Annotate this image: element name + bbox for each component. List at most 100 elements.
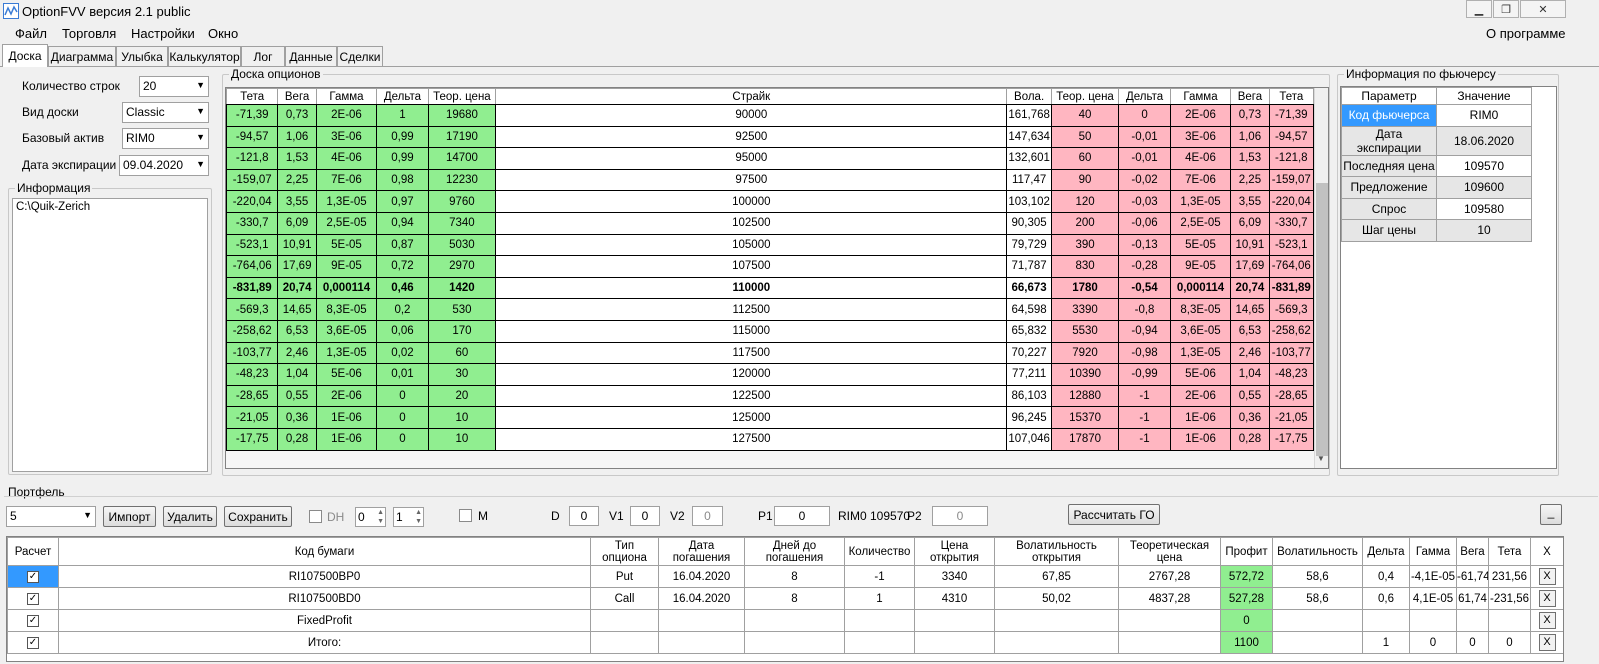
board-cell[interactable]: 132,601 <box>1006 147 1052 170</box>
board-row[interactable]: -831,89 20,74 0,000114 0,46 1420 110000 66,673… <box>226 276 1315 300</box>
board-cell[interactable]: 2E-06 <box>1169 104 1232 127</box>
board-row[interactable]: -569,3 14,65 8,3E-05 0,2 530 112500 64,598 3390… <box>226 298 1315 321</box>
portfolio-cell-gamma[interactable] <box>1409 609 1457 632</box>
portfolio-select[interactable]: 5 ▼ <box>6 506 96 527</box>
board-cell[interactable]: 530 <box>427 298 497 321</box>
dh-spinner-2[interactable]: 1 ▲ ▼ <box>393 507 424 527</box>
board-cell[interactable]: 6,53 <box>1230 319 1270 343</box>
board-cell[interactable]: 17,69 <box>1230 255 1270 278</box>
portfolio-cell-date[interactable]: 16.04.2020 <box>658 565 745 588</box>
portfolio-header-6[interactable]: Цена открытия <box>914 537 995 566</box>
board-cell[interactable]: 90,305 <box>1006 211 1052 235</box>
board-cell[interactable]: 2,25 <box>277 168 317 192</box>
portfolio-cell-type[interactable] <box>590 631 659 654</box>
board-cell[interactable]: 15370 <box>1050 406 1120 429</box>
board-cell[interactable]: -121,8 <box>1268 147 1315 170</box>
board-cell[interactable]: 0,72 <box>376 255 429 278</box>
board-cell[interactable]: -159,07 <box>226 168 279 192</box>
portfolio-cell-open[interactable]: 3340 <box>914 565 995 588</box>
collapse-button[interactable]: _ <box>1540 504 1562 525</box>
futures-row[interactable]: Дата экспирации 18.06.2020 <box>1341 125 1532 156</box>
board-cell[interactable]: 95000 <box>495 147 1008 170</box>
board-cell[interactable]: -103,77 <box>1268 341 1315 365</box>
board-cell[interactable]: 9760 <box>427 190 497 213</box>
board-cell[interactable]: 0 <box>376 406 429 429</box>
board-row[interactable]: -21,05 0,36 1E-06 0 10 125000 96,245 15370 -1 1E-… <box>226 406 1315 429</box>
menu-window[interactable]: Окно <box>208 26 238 41</box>
board-cell[interactable]: 0 <box>376 427 429 451</box>
board-cell[interactable]: -1 <box>1118 406 1171 429</box>
menu-settings[interactable]: Настройки <box>131 26 195 41</box>
board-row[interactable]: -121,8 1,53 4E-06 0,99 14700 95000 132,601 60 -0… <box>226 147 1315 170</box>
board-cell[interactable]: -831,89 <box>226 276 279 300</box>
board-cell[interactable]: 2E-06 <box>315 104 378 127</box>
board-cell[interactable]: 4E-06 <box>1169 147 1232 170</box>
portfolio-header-13[interactable]: Вега <box>1456 537 1489 566</box>
portfolio-header-15[interactable]: X <box>1530 537 1563 566</box>
board-cell[interactable]: -28,65 <box>1268 384 1315 408</box>
board-cell[interactable]: 60 <box>1050 147 1120 170</box>
rows-select[interactable]: 20 ▼ <box>139 76 209 97</box>
board-cell[interactable]: 117500 <box>495 341 1008 365</box>
board-cell[interactable]: -0,28 <box>1118 255 1171 278</box>
board-cell[interactable]: -0,01 <box>1118 125 1171 149</box>
board-cell[interactable]: 115000 <box>495 319 1008 343</box>
calc-margin-button[interactable]: Рассчитать ГО <box>1068 504 1160 525</box>
board-cell[interactable]: 1 <box>376 104 429 127</box>
board-cell[interactable]: -0,54 <box>1118 276 1171 300</box>
board-cell[interactable]: -48,23 <box>1268 363 1315 386</box>
board-cell[interactable]: 2E-06 <box>315 384 378 408</box>
board-cell[interactable]: 147,634 <box>1006 125 1052 149</box>
futures-param[interactable]: Последняя цена <box>1341 154 1437 177</box>
board-cell[interactable]: 0 <box>376 384 429 408</box>
portfolio-cell-theta[interactable] <box>1488 609 1531 632</box>
board-cell[interactable]: 161,768 <box>1006 104 1052 127</box>
board-cell[interactable]: 127500 <box>495 427 1008 451</box>
remove-row-cell[interactable]: X <box>1530 609 1563 632</box>
remove-row-cell[interactable]: X <box>1530 631 1563 654</box>
futures-param[interactable]: Дата экспирации <box>1341 125 1437 156</box>
portfolio-cell-days[interactable] <box>744 609 845 632</box>
board-row[interactable]: -28,65 0,55 2E-06 0 20 122500 86,103 12880 -1 2E-… <box>226 384 1315 408</box>
futures-value[interactable]: 10 <box>1436 219 1532 242</box>
board-cell[interactable]: -71,39 <box>226 104 279 127</box>
board-cell[interactable]: 3E-06 <box>1169 125 1232 149</box>
expiry-select[interactable]: 09.04.2020 ▼ <box>119 155 209 176</box>
portfolio-cell-vega[interactable]: 61,74 <box>1456 587 1489 610</box>
board-cell[interactable]: 12230 <box>427 168 497 192</box>
board-cell[interactable]: 0,02 <box>376 341 429 365</box>
remove-row-cell[interactable]: X <box>1530 565 1563 588</box>
board-cell[interactable]: 1E-06 <box>1169 427 1232 451</box>
futures-grid[interactable]: Параметр Значение Код фьючерса RIM0 Дата э… <box>1340 86 1557 469</box>
info-textbox[interactable]: C:\Quik-Zerich <box>12 198 208 472</box>
minimize-button[interactable]: ▁ <box>1466 0 1492 18</box>
board-cell[interactable]: 17190 <box>427 125 497 149</box>
board-cell[interactable]: -764,06 <box>1268 255 1315 278</box>
remove-row-button[interactable]: X <box>1538 568 1556 585</box>
board-cell[interactable]: 107,046 <box>1006 427 1052 451</box>
menu-about[interactable]: О программе <box>1486 26 1566 41</box>
board-cell[interactable]: 0,36 <box>1230 406 1270 429</box>
board-cell[interactable]: 5030 <box>427 233 497 257</box>
board-scrollbar[interactable]: ▼ <box>1314 88 1328 468</box>
board-cell[interactable]: -0,02 <box>1118 168 1171 192</box>
tab-trades[interactable]: Сделки <box>337 46 383 66</box>
board-header-1[interactable]: Вега <box>277 88 317 105</box>
board-cell[interactable]: 2970 <box>427 255 497 278</box>
board-cell[interactable]: -1 <box>1118 384 1171 408</box>
portfolio-header-5[interactable]: Количество <box>844 537 915 566</box>
portfolio-cell-open[interactable] <box>914 609 995 632</box>
board-cell[interactable]: -523,1 <box>1268 233 1315 257</box>
board-cell[interactable]: 79,729 <box>1006 233 1052 257</box>
board-cell[interactable]: 10 <box>427 406 497 429</box>
tab-board[interactable]: Доска <box>2 44 48 67</box>
portfolio-calc-cell[interactable]: ✓ <box>7 587 59 610</box>
board-cell[interactable]: 5E-05 <box>1169 233 1232 257</box>
board-cell[interactable]: 1,06 <box>1230 125 1270 149</box>
board-cell[interactable]: 0,06 <box>376 319 429 343</box>
futures-value[interactable]: 109570 <box>1436 154 1532 177</box>
board-cell[interactable]: -220,04 <box>1268 190 1315 213</box>
portfolio-header-14[interactable]: Тета <box>1488 537 1531 566</box>
board-cell[interactable]: 4E-06 <box>315 147 378 170</box>
board-cell[interactable]: 0,94 <box>376 211 429 235</box>
